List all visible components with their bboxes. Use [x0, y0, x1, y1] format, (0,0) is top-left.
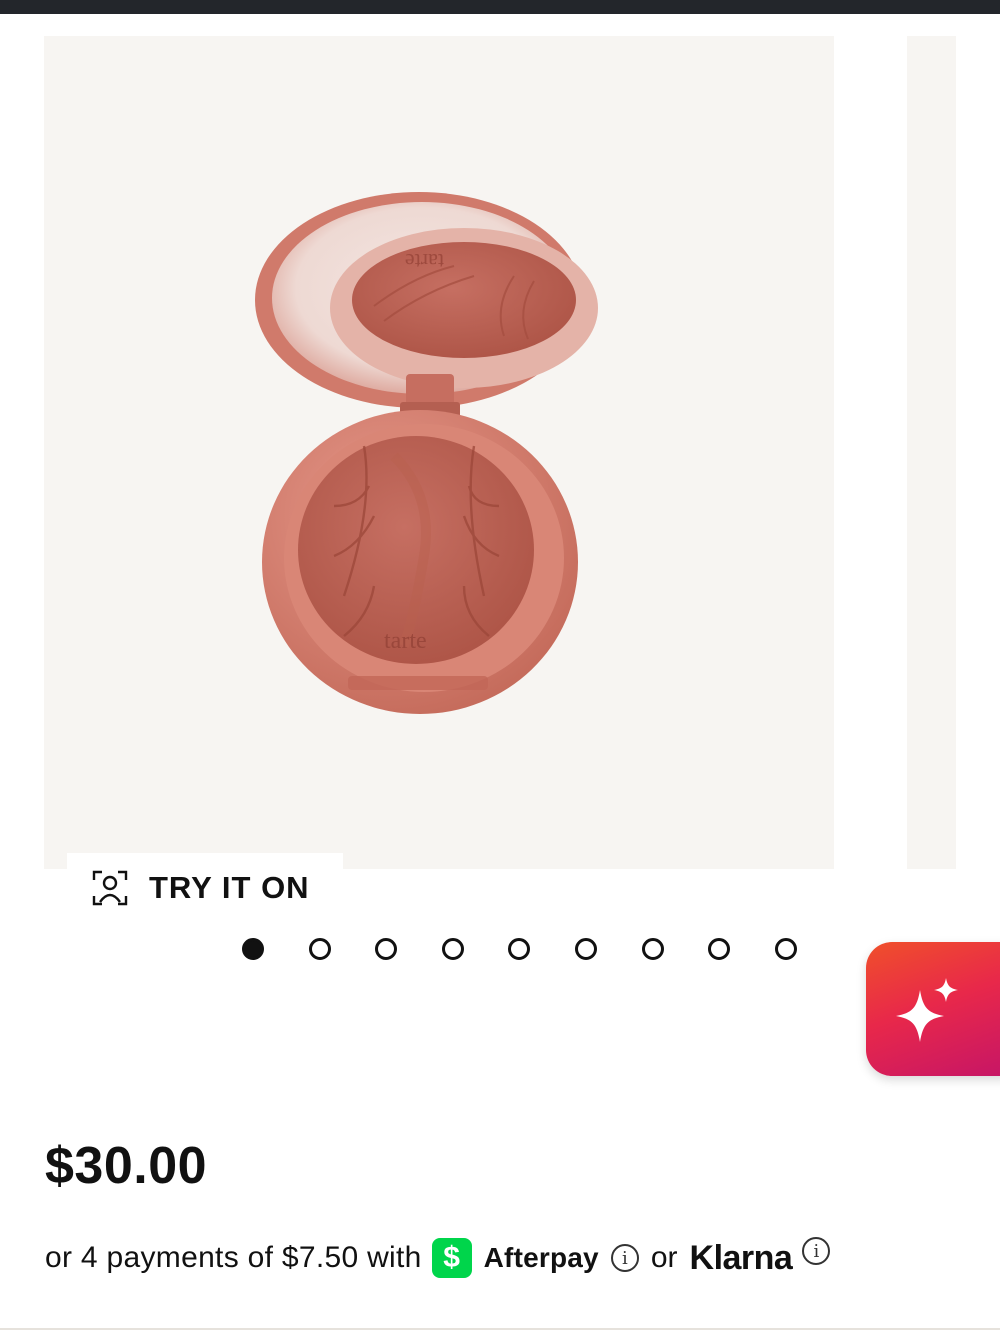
try-it-on-button[interactable]: TRY IT ON	[67, 853, 343, 923]
klarna-info-icon[interactable]: i	[802, 1237, 831, 1265]
next-product-image-peek[interactable]	[907, 36, 956, 869]
carousel-dot-2[interactable]	[308, 938, 331, 960]
product-image[interactable]: tarte tarte	[44, 36, 834, 869]
blush-compact-illustration: tarte tarte	[255, 192, 598, 714]
carousel-dot-1[interactable]	[242, 938, 264, 960]
status-bar	[0, 0, 1000, 14]
klarna-logo[interactable]: Klarna	[690, 1239, 793, 1278]
carousel-dot-9[interactable]	[774, 938, 797, 960]
afterpay-logo[interactable]: Afterpay	[484, 1242, 599, 1274]
carousel-dot-3[interactable]	[375, 938, 398, 960]
carousel-dot-8[interactable]	[708, 938, 731, 960]
svg-text:tarte: tarte	[384, 628, 427, 654]
svg-text:tarte: tarte	[405, 249, 444, 274]
product-price: $30.00	[45, 1137, 208, 1195]
carousel-pagination	[242, 936, 802, 962]
carousel-dot-6[interactable]	[574, 938, 597, 960]
carousel-dot-7[interactable]	[641, 938, 664, 960]
ai-assistant-button[interactable]	[866, 942, 1000, 1076]
carousel-dot-4[interactable]	[441, 938, 464, 960]
sparkle-icon	[896, 978, 958, 1042]
installment-text: or 4 payments of $7.50 with	[45, 1241, 422, 1274]
installment-payments-row: or 4 payments of $7.50 with $ Afterpay i…	[45, 1234, 995, 1282]
or-text: or	[650, 1241, 678, 1274]
face-scan-icon	[91, 869, 129, 907]
afterpay-info-icon[interactable]: i	[610, 1244, 639, 1272]
try-it-on-label: TRY IT ON	[149, 870, 310, 905]
carousel-dot-5[interactable]	[508, 938, 531, 960]
cash-app-icon: $	[431, 1238, 472, 1278]
